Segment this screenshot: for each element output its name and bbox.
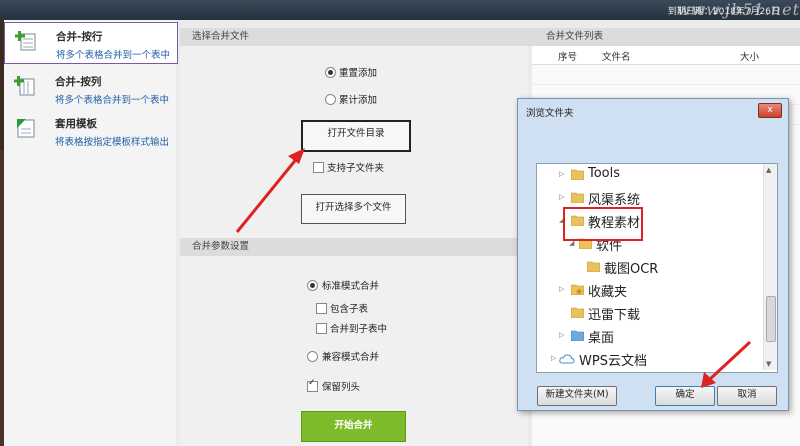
arrow-head-icon — [288, 148, 305, 164]
arrow-line — [235, 156, 300, 233]
arrow-line — [707, 340, 752, 382]
annotation-arrows — [235, 148, 752, 388]
